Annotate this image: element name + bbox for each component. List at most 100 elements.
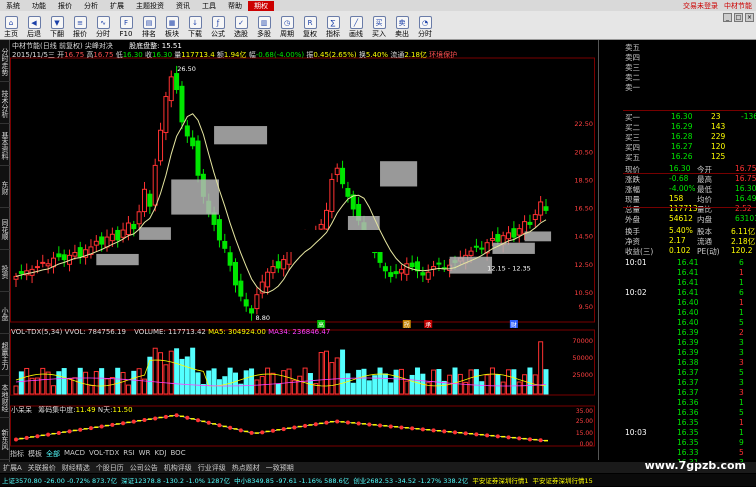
volume-bar[interactable] <box>147 356 153 395</box>
close-icon[interactable]: × <box>745 13 754 22</box>
bottom-tab-8[interactable]: 一致预期 <box>263 463 297 473</box>
volume-bar[interactable] <box>527 367 533 395</box>
volume-bar[interactable] <box>222 376 228 395</box>
volume-bar[interactable] <box>104 378 110 395</box>
candle-body[interactable] <box>543 206 549 211</box>
candle-body[interactable] <box>468 250 474 256</box>
candle-body[interactable] <box>131 223 137 230</box>
candle-body[interactable] <box>275 261 281 269</box>
volume-bar[interactable] <box>286 368 292 395</box>
volume-bar[interactable] <box>489 367 495 395</box>
indicator-tab-4[interactable]: VOL-TDX <box>89 449 119 459</box>
toolbar-button-0[interactable]: ⌂ 主页 <box>0 16 22 39</box>
volume-bar[interactable] <box>232 372 238 395</box>
minimize-icon[interactable]: _ <box>723 13 732 22</box>
candle-body[interactable] <box>40 261 46 264</box>
kline-svg[interactable]: 22.50 20.50 18.50 16.50 14.50 12.50 10.50 9.50 2… <box>10 40 596 460</box>
volume-bar[interactable] <box>415 367 421 395</box>
sidebar-item-5[interactable]: 投资 <box>0 252 10 292</box>
bottom-tab-2[interactable]: 财经精选 <box>59 463 93 473</box>
candle-body[interactable] <box>152 164 158 206</box>
candle-body[interactable] <box>104 236 110 248</box>
volume-bar[interactable] <box>506 369 512 395</box>
volume-bar[interactable] <box>131 370 137 395</box>
volume-bar[interactable] <box>275 383 281 395</box>
candle-body[interactable] <box>136 211 142 225</box>
sidebar-item-2[interactable]: 基本资料 <box>0 126 10 166</box>
candle-body[interactable] <box>77 247 83 258</box>
toolbar-button-1[interactable]: ◀ 后退 <box>23 16 45 39</box>
bottom-tab-6[interactable]: 行业评级 <box>195 463 229 473</box>
bottom-tab-5[interactable]: 机构评级 <box>161 463 195 473</box>
candle-body[interactable] <box>45 263 51 267</box>
candle-body[interactable] <box>495 234 501 242</box>
toolbar-button-8[interactable]: ↓ 下载 <box>184 16 206 39</box>
toolbar-button-9[interactable]: ƒ 公式 <box>207 16 229 39</box>
toolbar-button-6[interactable]: ▤ 排名 <box>138 16 160 39</box>
candle-body[interactable] <box>120 229 126 238</box>
candle-body[interactable] <box>329 178 335 213</box>
toolbar-button-11[interactable]: ▥ 多股 <box>253 16 275 39</box>
candle-body[interactable] <box>436 262 442 265</box>
volume-bar[interactable] <box>473 369 479 395</box>
toolbar-button-13[interactable]: R 复权 <box>299 16 321 39</box>
bottom-tab-1[interactable]: 关联报价 <box>25 463 59 473</box>
volume-bar[interactable] <box>441 380 447 395</box>
volume-bar[interactable] <box>88 384 94 395</box>
volume-bar[interactable] <box>522 374 528 395</box>
volume-bar[interactable] <box>109 376 115 395</box>
volume-bar[interactable] <box>516 381 522 395</box>
toolbar-button-2[interactable]: ▼ 下翻 <box>46 16 68 39</box>
volume-bar[interactable] <box>99 368 105 395</box>
candle-body[interactable] <box>56 253 62 258</box>
volume-bar[interactable] <box>388 382 394 395</box>
bottom-tab-0[interactable]: 扩展A <box>0 463 25 473</box>
volume-bar[interactable] <box>500 381 506 395</box>
volume-bar[interactable] <box>484 374 490 395</box>
volume-bar[interactable] <box>211 368 217 395</box>
volume-bar[interactable] <box>398 368 404 395</box>
menu-item-9[interactable]: 期权 <box>248 0 274 11</box>
volume-bar[interactable] <box>393 369 399 395</box>
volume-bar[interactable] <box>409 374 415 395</box>
volume-bar[interactable] <box>377 367 383 395</box>
volume-bar[interactable] <box>345 373 351 395</box>
volume-bar[interactable] <box>318 352 324 395</box>
volume-bar[interactable] <box>50 385 56 395</box>
candle-body[interactable] <box>281 259 287 270</box>
candle-body[interactable] <box>538 201 544 216</box>
toolbar-button-10[interactable]: ✓ 选股 <box>230 16 252 39</box>
volume-bar[interactable] <box>452 367 458 395</box>
volume-bar[interactable] <box>538 341 544 395</box>
menu-item-7[interactable]: 工具 <box>196 1 222 11</box>
candle-body[interactable] <box>265 271 271 288</box>
toolbar-button-16[interactable]: 买买入 <box>368 16 390 39</box>
indicator-tab-7[interactable]: KDJ <box>154 449 166 459</box>
candle-body[interactable] <box>34 266 40 269</box>
candle-body[interactable] <box>168 76 174 102</box>
volume-bar[interactable] <box>163 364 169 395</box>
candle-body[interactable] <box>184 125 190 137</box>
volume-bar[interactable] <box>366 380 372 395</box>
menu-item-6[interactable]: 资讯 <box>170 1 196 11</box>
sidebar-item-8[interactable]: 本地财经 <box>0 378 10 418</box>
candle-body[interactable] <box>489 237 495 241</box>
volume-bar[interactable] <box>350 382 356 395</box>
volume-bars[interactable] <box>13 341 549 395</box>
volume-bar[interactable] <box>265 367 271 395</box>
volume-bar[interactable] <box>425 382 431 395</box>
volume-bar[interactable] <box>158 352 164 395</box>
candle-body[interactable] <box>345 188 351 197</box>
candle-body[interactable] <box>227 252 233 266</box>
candle-body[interactable] <box>334 167 340 176</box>
volume-bar[interactable] <box>511 369 517 395</box>
menu-right-item-1[interactable]: 中材节能 <box>724 1 752 11</box>
toolbar-button-7[interactable]: ▦ 板块 <box>161 16 183 39</box>
candle-body[interactable] <box>516 228 522 236</box>
candle-body[interactable] <box>190 137 196 147</box>
volume-bar[interactable] <box>334 357 340 395</box>
candle-body[interactable] <box>511 228 517 238</box>
indicator-tab-6[interactable]: WR <box>139 449 151 459</box>
candle-body[interactable] <box>115 229 121 241</box>
volume-bar[interactable] <box>249 368 255 395</box>
